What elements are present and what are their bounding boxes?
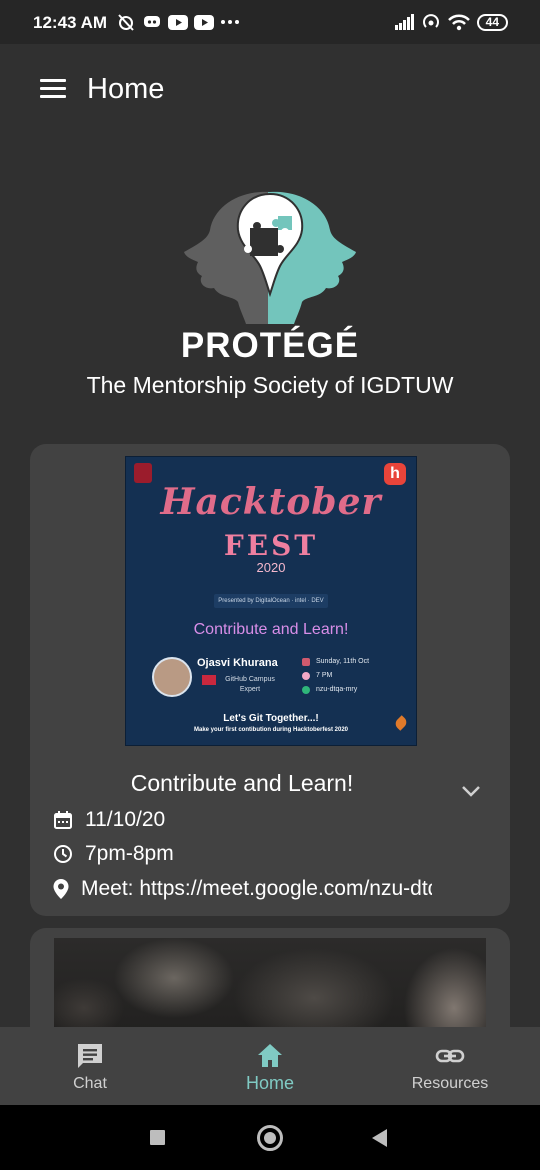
nav-chat[interactable]: Chat [0, 1027, 180, 1105]
chat-icon [78, 1044, 102, 1068]
nav-chat-label: Chat [73, 1075, 107, 1092]
hotspot-icon [422, 14, 439, 28]
hamburger-menu-icon[interactable] [40, 79, 66, 99]
alarm-off-icon [118, 14, 134, 31]
signal-icon [394, 14, 414, 30]
poster-heading: Hacktober [160, 481, 382, 523]
event-link-row[interactable]: Meet: https://meet.google.com/nzu-dtqa-m… [52, 875, 432, 903]
system-navigation-bar [0, 1105, 540, 1170]
poster-code: nzu-dtqa-mry [316, 686, 358, 693]
discord-icon [144, 16, 160, 27]
wifi-icon [447, 14, 470, 30]
battery-icon: 44 [476, 13, 508, 31]
youtube-icon [168, 14, 188, 30]
poster-date: Sunday, 11th Oct [316, 658, 370, 665]
event-link[interactable]: Meet: https://meet.google.com/nzu-dtqa-m… [81, 877, 432, 901]
nav-home-label: Home [245, 1073, 294, 1093]
poster-cta: Let's Git Together...! [223, 713, 319, 724]
nav-home[interactable]: Home [180, 1027, 360, 1105]
status-system-icons: 44 [394, 13, 508, 31]
status-time: 12:43 AM [33, 13, 108, 32]
poster-tagline: Contribute and Learn! [193, 621, 349, 638]
more-dots-icon [221, 20, 239, 24]
event-poster: h Hacktober FEST 2020 Presented by Digit… [125, 456, 417, 746]
clock-dot-icon [302, 672, 310, 680]
brand-title: PROTÉGÉ [180, 326, 360, 365]
poster-time: 7 PM [316, 672, 333, 679]
poster-cta-sub: Make your first contibution during Hackt… [193, 727, 349, 733]
brand-subtitle: The Mentorship Society of IGDTUW [86, 372, 454, 398]
bottom-navigation: Chat Home Resources [0, 1027, 540, 1105]
youtube-icon [194, 14, 214, 30]
protege-logo [184, 191, 356, 324]
nav-resources[interactable]: Resources [360, 1027, 540, 1105]
event-card[interactable]: h Hacktober FEST 2020 Presented by Digit… [30, 444, 510, 916]
calendar-icon [52, 809, 74, 831]
event-date-row: 11/10/20 [52, 806, 165, 834]
speaker-name: Ojasvi Khurana [197, 657, 278, 669]
event-title: Contribute and Learn! [130, 770, 354, 796]
chevron-down-icon[interactable] [460, 784, 482, 798]
recents-square-icon[interactable] [150, 1130, 165, 1145]
speaker-avatar [152, 657, 192, 697]
calendar-dot-icon [302, 658, 310, 666]
event-time-row: 7pm-8pm [52, 840, 174, 868]
page-title: Home [87, 73, 165, 105]
app-bar [0, 44, 540, 136]
event-date: 11/10/20 [85, 808, 166, 831]
clock-icon [52, 843, 74, 865]
home-icon [258, 1044, 282, 1067]
status-notification-icons [116, 12, 240, 32]
link-icon [435, 1049, 465, 1063]
society-badge-icon [134, 463, 152, 483]
event-time: 7pm-8pm [85, 842, 174, 865]
poster-year: 2020 [256, 560, 286, 575]
home-circle-icon[interactable] [257, 1125, 283, 1151]
github-flag-icon [202, 675, 216, 685]
poster-fest: FEST [223, 529, 319, 562]
back-triangle-icon[interactable] [372, 1129, 387, 1147]
speaker-role: GitHub Campus Expert [225, 676, 275, 693]
poster-sponsors: Presented by DigitalOcean · intel · DEV [214, 594, 328, 608]
status-bar: 12:43 AM 44 [0, 0, 540, 44]
meet-dot-icon [302, 686, 310, 694]
nav-resources-label: Resources [411, 1075, 489, 1092]
location-pin-icon [52, 878, 70, 900]
